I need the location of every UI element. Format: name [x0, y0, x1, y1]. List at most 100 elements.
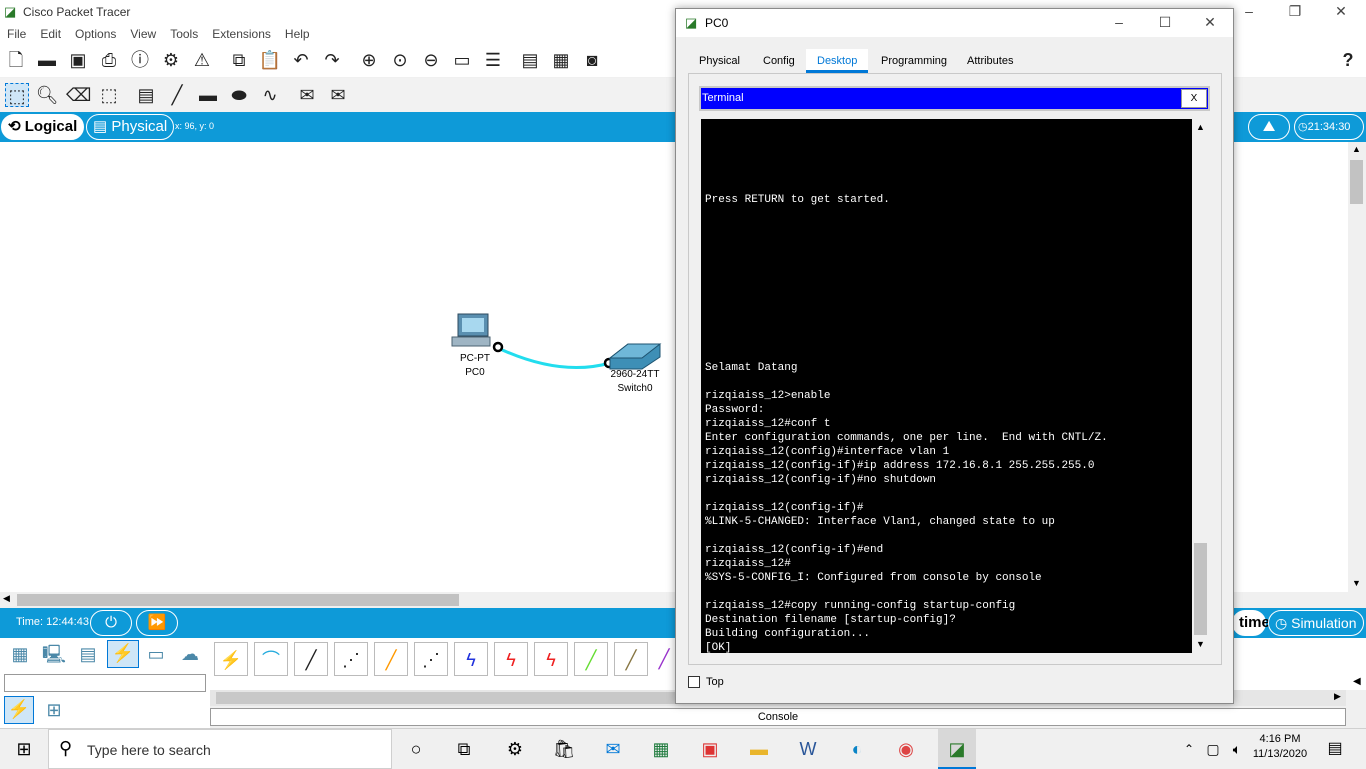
network-tray-icon[interactable]: ▢: [1200, 736, 1226, 762]
scroll-down-icon[interactable]: ▼: [1196, 639, 1205, 649]
freeform-icon[interactable]: ∿: [258, 83, 282, 107]
console-cable-icon[interactable]: ⌒: [254, 642, 288, 676]
add-simple-pdu-icon[interactable]: ✉: [295, 83, 319, 107]
screenshot-icon[interactable]: ◙: [580, 48, 604, 72]
word-icon[interactable]: W: [795, 736, 821, 762]
draw-rectangle-icon[interactable]: ▬: [196, 83, 220, 107]
redo-icon[interactable]: ↷: [320, 48, 344, 72]
menu-file[interactable]: File: [0, 24, 33, 41]
pc-icon[interactable]: [451, 313, 491, 347]
usb-cable-icon[interactable]: ╱: [654, 642, 674, 676]
scroll-left-icon[interactable]: ◀: [3, 593, 10, 604]
environment-icon[interactable]: ⛰: [1248, 114, 1290, 140]
copy-icon[interactable]: ⧉: [227, 48, 251, 72]
scroll-left-icon[interactable]: ◀: [1353, 676, 1361, 687]
resize-shape-icon[interactable]: ⬚: [97, 83, 121, 107]
scroll-thumb[interactable]: [216, 692, 676, 704]
activity-wizard-icon[interactable]: ⚠: [190, 48, 214, 72]
file-explorer-icon[interactable]: ▬: [746, 736, 772, 762]
windows-start-icon[interactable]: ⊞: [11, 736, 37, 762]
scroll-thumb[interactable]: [17, 594, 459, 606]
help-icon[interactable]: ?: [1336, 48, 1360, 72]
straight-through-icon[interactable]: ╱: [294, 642, 328, 676]
notifications-icon[interactable]: ▤: [1322, 736, 1348, 762]
workspace-vertical-scrollbar[interactable]: ▲ ▼: [1348, 142, 1366, 592]
inspect-icon[interactable]: 🔍︎: [35, 83, 59, 107]
console-cable[interactable]: [497, 346, 611, 369]
coaxial-icon[interactable]: ϟ: [454, 642, 488, 676]
clock-display[interactable]: ◷21:34:30: [1294, 114, 1364, 140]
scroll-right-icon[interactable]: ▶: [1334, 691, 1341, 702]
menu-view[interactable]: View: [123, 24, 163, 41]
task-view-icon[interactable]: ⧉: [451, 736, 477, 762]
device-search-input[interactable]: [4, 674, 206, 692]
scroll-up-icon[interactable]: ▲: [1196, 122, 1205, 132]
restore-button[interactable]: ❐: [1272, 0, 1318, 24]
close-button[interactable]: ✕: [1318, 0, 1364, 24]
store-icon[interactable]: 🛍: [551, 736, 577, 762]
delete-icon[interactable]: ⌫: [66, 83, 91, 107]
menu-tools[interactable]: Tools: [163, 24, 205, 41]
auto-connection-icon[interactable]: ⚡: [214, 642, 248, 676]
game-bar-icon[interactable]: ⚙: [502, 736, 528, 762]
terminal-close-button[interactable]: X: [1181, 89, 1207, 108]
components-icon[interactable]: ▤: [74, 642, 102, 666]
powerpoint-icon[interactable]: ▣: [697, 736, 723, 762]
scroll-down-icon[interactable]: ▼: [1352, 578, 1361, 588]
custom-devices-icon[interactable]: ☰: [481, 48, 505, 72]
tab-physical[interactable]: Physical: [688, 49, 751, 73]
viewport-icon[interactable]: ▦: [549, 48, 573, 72]
new-file-icon[interactable]: 🗋: [4, 48, 28, 72]
octal-cable-icon[interactable]: ╱: [574, 642, 608, 676]
connections-icon[interactable]: ⚡: [107, 640, 139, 668]
zoom-out-icon[interactable]: ⊖: [419, 48, 443, 72]
terminal-scrollbar[interactable]: ▲ ▼: [1192, 119, 1209, 653]
undo-icon[interactable]: ↶: [289, 48, 313, 72]
select-tool-icon[interactable]: ⬚: [5, 83, 29, 107]
serial-dce-icon[interactable]: ϟ: [494, 642, 528, 676]
show-hidden-icons[interactable]: ⌃: [1176, 736, 1202, 762]
menu-options[interactable]: Options: [68, 24, 123, 41]
tab-attributes[interactable]: Attributes: [956, 49, 1024, 73]
info-icon[interactable]: ⓘ: [128, 48, 152, 72]
zoom-reset-icon[interactable]: ⊙: [388, 48, 412, 72]
end-devices-icon[interactable]: 🖳: [40, 642, 68, 666]
realtime-tab[interactable]: time: [1232, 610, 1270, 636]
print-icon[interactable]: ⎙: [97, 48, 121, 72]
menu-extensions[interactable]: Extensions: [205, 24, 278, 41]
grid-icon[interactable]: ⊞: [42, 698, 66, 722]
physical-tab[interactable]: ▤ Physical: [86, 114, 175, 140]
scroll-thumb[interactable]: [1350, 160, 1363, 204]
mail-icon[interactable]: ✉: [600, 736, 626, 762]
serial-dte-icon[interactable]: ϟ: [534, 642, 568, 676]
multiuser-icon[interactable]: ☁: [176, 642, 204, 666]
terminal-output[interactable]: Press RETURN to get started. Selamat Dat…: [701, 119, 1192, 653]
taskbar-search-box[interactable]: ⚲ Type here to search: [48, 729, 392, 769]
simulation-tab[interactable]: ◷ Simulation: [1268, 610, 1364, 636]
taskbar-clock[interactable]: 4:16 PM 11/13/2020: [1246, 732, 1314, 762]
phone-cable-icon[interactable]: ⋰: [414, 642, 448, 676]
paste-icon[interactable]: 📋: [258, 48, 282, 72]
tab-programming[interactable]: Programming: [870, 49, 958, 73]
add-complex-pdu-icon[interactable]: ✉: [326, 83, 350, 107]
open-folder-icon[interactable]: ▬: [35, 48, 59, 72]
switch-icon[interactable]: [608, 343, 662, 370]
misc-icon[interactable]: ▭: [142, 642, 170, 666]
logical-tab[interactable]: ⟲ Logical: [1, 114, 85, 140]
fast-forward-icon[interactable]: ⏩: [136, 610, 178, 636]
notes-icon[interactable]: ▤: [518, 48, 542, 72]
tab-config[interactable]: Config: [752, 49, 806, 73]
power-cycle-icon[interactable]: ⏻: [90, 610, 132, 636]
tab-desktop[interactable]: Desktop: [806, 49, 869, 73]
dialog-minimize-button[interactable]: –: [1096, 11, 1142, 35]
place-note-icon[interactable]: ▤: [134, 83, 158, 107]
save-icon[interactable]: ▣: [66, 48, 90, 72]
excel-icon[interactable]: ▦: [648, 736, 674, 762]
dialog-close-button[interactable]: ✕: [1187, 11, 1233, 35]
scroll-up-icon[interactable]: ▲: [1352, 144, 1361, 154]
chrome-icon[interactable]: ◉: [893, 736, 919, 762]
scroll-thumb[interactable]: [1194, 543, 1207, 635]
dialog-maximize-button[interactable]: ☐: [1142, 11, 1188, 35]
drawing-palette-icon[interactable]: ▭: [450, 48, 474, 72]
network-wizard-icon[interactable]: ⚙: [159, 48, 183, 72]
